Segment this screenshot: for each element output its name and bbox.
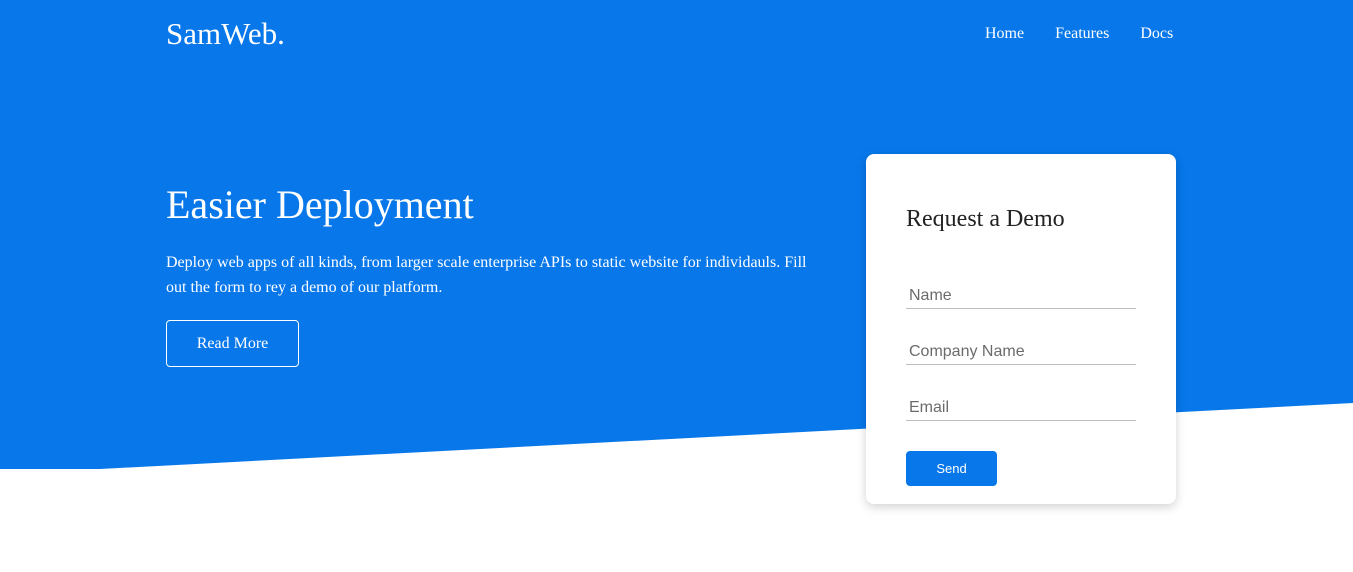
nav-link-features[interactable]: Features	[1055, 24, 1109, 44]
landing-page: SamWeb. Home Features Docs Easier Deploy…	[0, 0, 1353, 572]
nav-link-home[interactable]: Home	[985, 24, 1024, 44]
demo-request-card: Request a Demo Send	[866, 154, 1176, 504]
name-input[interactable]	[906, 283, 1136, 309]
main-nav: Home Features Docs	[985, 24, 1173, 44]
send-button[interactable]: Send	[906, 451, 997, 486]
hero-title: Easier Deployment	[166, 182, 474, 227]
nav-link-docs[interactable]: Docs	[1140, 24, 1173, 44]
demo-form-title: Request a Demo	[906, 206, 1065, 232]
read-more-button[interactable]: Read More	[166, 320, 299, 367]
email-input[interactable]	[906, 395, 1136, 421]
hero-description: Deploy web apps of all kinds, from large…	[166, 254, 807, 296]
site-logo[interactable]: SamWeb.	[166, 14, 285, 54]
company-name-input[interactable]	[906, 339, 1136, 365]
